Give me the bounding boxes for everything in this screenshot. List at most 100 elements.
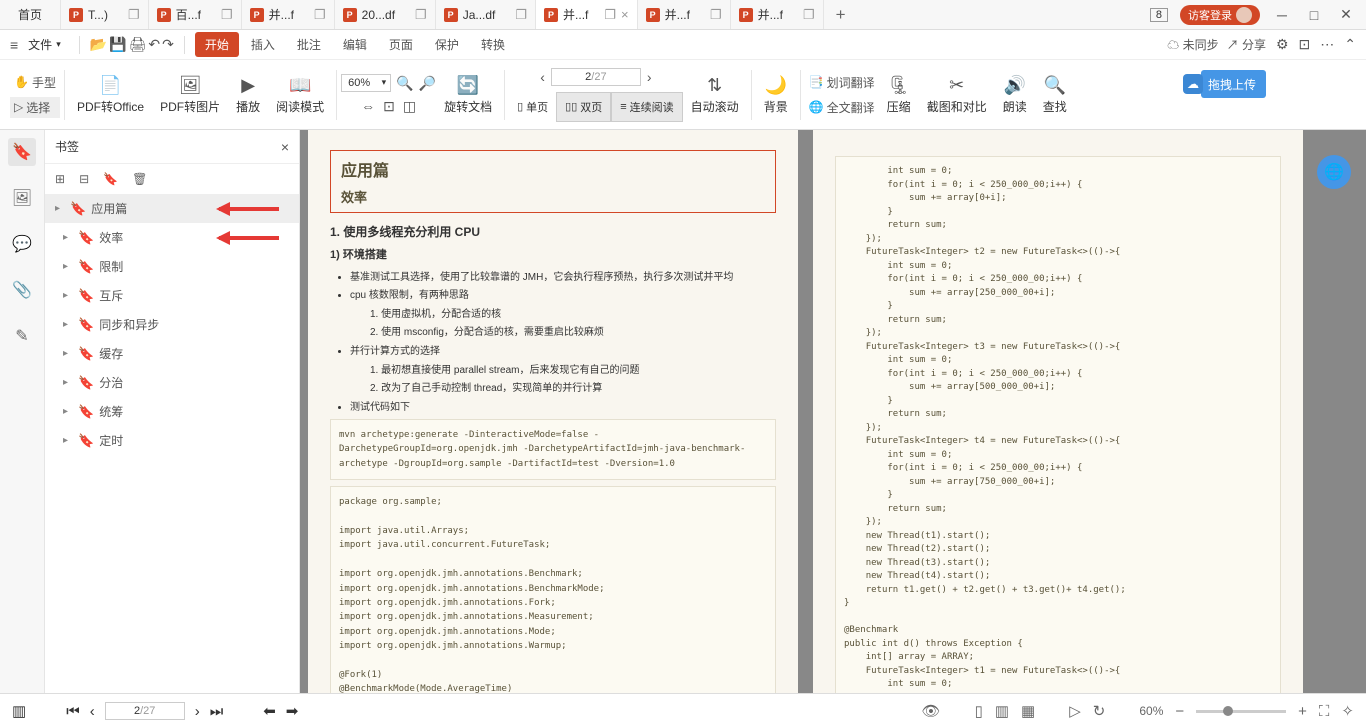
sb-nav-fwd-icon[interactable]: ➡: [286, 702, 299, 720]
sb-view1-icon[interactable]: ▯: [975, 702, 983, 720]
bookmark-icon[interactable]: 🔖: [8, 138, 36, 166]
next-page-icon[interactable]: ›: [647, 69, 652, 85]
tab-doc-1[interactable]: P百...f❐: [149, 0, 242, 29]
menu-start[interactable]: 开始: [195, 32, 239, 57]
sb-zoom-in-icon[interactable]: +: [1298, 703, 1307, 720]
sb-zoom-out-icon[interactable]: −: [1175, 703, 1184, 720]
sb-prev-page-icon[interactable]: ‹: [90, 703, 95, 720]
find[interactable]: 🔍查找: [1035, 75, 1075, 115]
bookmark-item-2[interactable]: ▸🔖限制: [45, 252, 299, 281]
select-tool[interactable]: ▷ 选择: [10, 97, 60, 118]
minimize-icon[interactable]: ─: [1272, 7, 1292, 23]
bookmark-item-7[interactable]: ▸🔖统筹: [45, 397, 299, 426]
sync-button[interactable]: ☁ 未同步: [1167, 36, 1218, 53]
bookmark-item-8[interactable]: ▸🔖定时: [45, 426, 299, 455]
file-menu[interactable]: 文件 ▾: [20, 33, 69, 56]
delete-bookmark-icon[interactable]: 🗑: [132, 172, 147, 186]
sb-loop-icon[interactable]: ↻: [1093, 702, 1106, 720]
sb-settings-icon[interactable]: ✧: [1341, 702, 1354, 720]
tab-doc-7[interactable]: P并...f❐: [731, 0, 824, 29]
tab-dup-icon[interactable]: ❐: [128, 7, 140, 23]
sb-fullscreen-icon[interactable]: ⛶: [1319, 703, 1330, 720]
float-translate-badge[interactable]: 🌐: [1317, 155, 1351, 189]
sb-next-page-icon[interactable]: ›: [195, 703, 200, 720]
close-icon[interactable]: ✕: [1336, 6, 1356, 23]
tab-doc-5[interactable]: P并...f❐×: [536, 0, 638, 29]
menu-annotate[interactable]: 批注: [287, 36, 331, 53]
bookmark-item-3[interactable]: ▸🔖互斥: [45, 281, 299, 310]
zoom-in-icon[interactable]: 🔎: [419, 75, 436, 92]
tab-dup-icon[interactable]: ❐: [221, 7, 233, 23]
tab-close-icon[interactable]: ×: [621, 7, 629, 22]
thumbnail-icon[interactable]: 🖼: [8, 184, 36, 212]
bookmark-item-6[interactable]: ▸🔖分治: [45, 368, 299, 397]
attachment-icon[interactable]: 📎: [8, 276, 36, 304]
tab-dup-icon[interactable]: ❐: [604, 7, 616, 23]
tab-doc-4[interactable]: PJa...df❐: [436, 0, 536, 29]
tab-dup-icon[interactable]: ❐: [415, 7, 427, 23]
full-translate[interactable]: 🌐 全文翻译: [805, 97, 879, 118]
bookmark-item-1[interactable]: ▸🔖效率: [45, 223, 299, 252]
tab-count[interactable]: 8: [1150, 8, 1168, 22]
sb-first-page-icon[interactable]: ⏮: [66, 703, 80, 720]
bookmark-item-5[interactable]: ▸🔖缓存: [45, 339, 299, 368]
sb-view2-icon[interactable]: ▥: [995, 702, 1009, 720]
sb-last-page-icon[interactable]: ⏭: [210, 703, 224, 720]
prev-page-icon[interactable]: ‹: [540, 69, 545, 85]
tab-doc-0[interactable]: PT...)❐: [61, 0, 149, 29]
menu-edit[interactable]: 编辑: [333, 36, 377, 53]
undo-icon[interactable]: ↶: [148, 36, 160, 53]
screenshot-compare[interactable]: ✂截图和对比: [919, 75, 995, 115]
auto-scroll[interactable]: ⇅自动滚动: [683, 75, 747, 115]
tab-dup-icon[interactable]: ❐: [803, 7, 815, 23]
bookmark-item-4[interactable]: ▸🔖同步和异步: [45, 310, 299, 339]
more-icon[interactable]: ⋯: [1320, 36, 1334, 53]
zoom-out-icon[interactable]: 🔍: [396, 75, 413, 92]
upload-tip[interactable]: ☁拖拽上传: [1201, 70, 1266, 98]
rotate-doc[interactable]: 🔄旋转文档: [436, 75, 500, 115]
expand-all-icon[interactable]: ⊞: [55, 172, 65, 186]
sb-view3-icon[interactable]: ▦: [1021, 702, 1035, 720]
play-button[interactable]: ▶播放: [228, 75, 268, 115]
tab-doc-2[interactable]: P并...f❐: [242, 0, 335, 29]
comment-icon[interactable]: 💬: [8, 230, 36, 258]
read-aloud[interactable]: 🔊朗读: [995, 75, 1035, 115]
compress[interactable]: 🗜压缩: [879, 75, 919, 115]
settings-icon[interactable]: ⚙: [1276, 36, 1289, 53]
menu-insert[interactable]: 插入: [241, 36, 285, 53]
pdf-to-image[interactable]: 🖼PDF转图片: [152, 75, 228, 115]
tab-doc-3[interactable]: P20...df❐: [335, 0, 436, 29]
tab-dup-icon[interactable]: ❐: [710, 7, 722, 23]
sb-nav-back-icon[interactable]: ⬅: [263, 702, 276, 720]
sb-play-icon[interactable]: ▷: [1069, 702, 1081, 720]
read-mode[interactable]: 📖阅读模式: [268, 75, 332, 115]
page-input[interactable]: 2/27: [551, 68, 641, 86]
hamburger-icon[interactable]: ≡: [10, 37, 18, 53]
pdf-to-office[interactable]: 📄PDF转Office: [69, 75, 152, 115]
continuous[interactable]: ≡ 连续阅读: [611, 92, 682, 122]
redo-icon[interactable]: ↷: [162, 36, 174, 53]
document-viewport[interactable]: 应用篇 效率 1. 使用多线程充分利用 CPU 1) 环境搭建 基准测试工具选择…: [300, 130, 1366, 693]
sb-eye-icon[interactable]: 👁: [922, 702, 941, 720]
tab-home[interactable]: 首页: [0, 0, 61, 29]
zoom-slider[interactable]: [1196, 710, 1286, 713]
zoom-select[interactable]: 60% ▾: [341, 74, 391, 92]
word-translate[interactable]: 📑 划词翻译: [805, 72, 879, 93]
bookmark-item-0[interactable]: ▸🔖应用篇: [45, 194, 299, 223]
open-icon[interactable]: 📂: [90, 36, 107, 53]
tab-dup-icon[interactable]: ❐: [515, 7, 527, 23]
edit-icon[interactable]: ✎: [8, 322, 36, 350]
panel-close-icon[interactable]: ×: [281, 139, 289, 155]
fit-width-icon[interactable]: ⇔: [361, 98, 375, 115]
tab-dup-icon[interactable]: ❐: [314, 7, 326, 23]
hand-tool[interactable]: ✋ 手型: [10, 72, 60, 93]
actual-size-icon[interactable]: ◫: [403, 98, 416, 115]
login-button[interactable]: 访客登录: [1180, 5, 1260, 25]
save-icon[interactable]: 💾: [109, 36, 126, 53]
maximize-icon[interactable]: □: [1304, 7, 1324, 23]
feedback-icon[interactable]: ⊡: [1299, 36, 1311, 53]
fit-page-icon[interactable]: ⊡: [383, 98, 395, 115]
menu-page[interactable]: 页面: [379, 36, 423, 53]
collapse-icon[interactable]: ⌃: [1344, 36, 1356, 53]
add-bookmark-icon[interactable]: 🔖: [103, 172, 118, 186]
